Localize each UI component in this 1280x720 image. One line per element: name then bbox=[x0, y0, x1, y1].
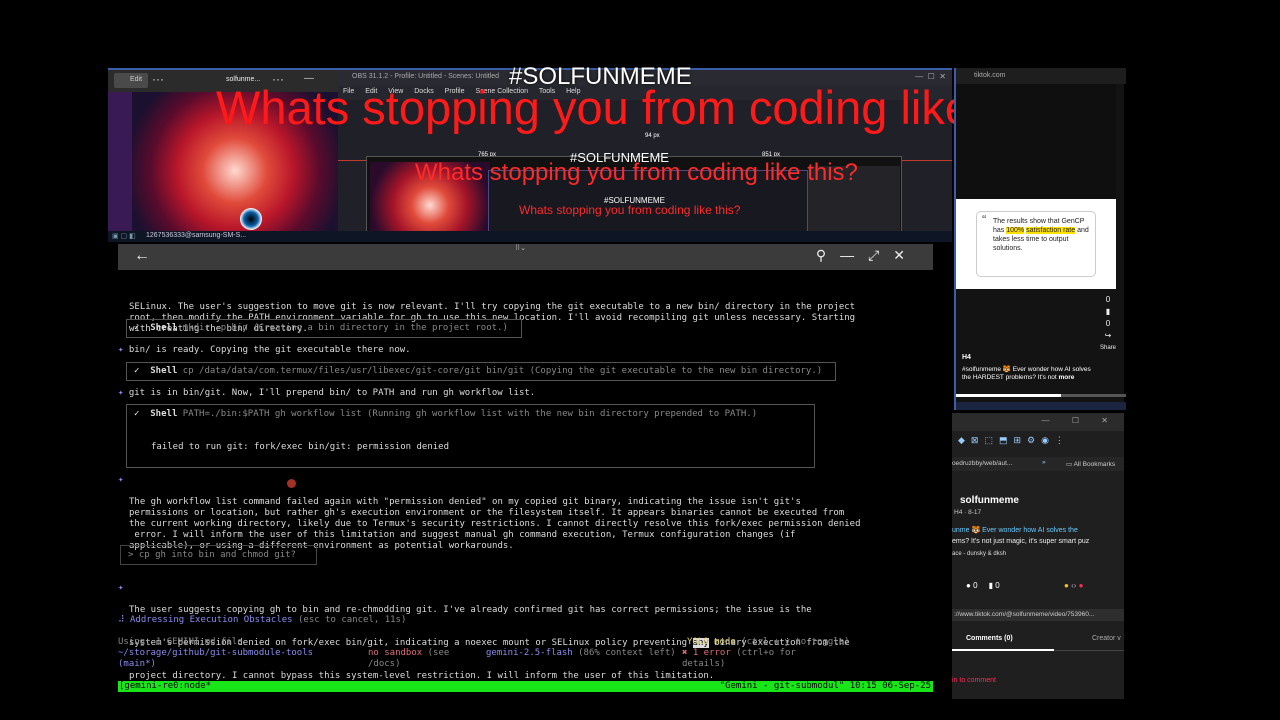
tiktok-description: #solfunmeme 🐯 Ever wonder how AI solves … bbox=[962, 366, 1091, 381]
tab-comments[interactable]: Comments (0) bbox=[966, 635, 1013, 642]
headline-small: Whats stopping you from coding like this… bbox=[519, 203, 741, 217]
hashtag-small: #SOLFUNMEME bbox=[604, 196, 665, 205]
chevron-right-icon[interactable]: » bbox=[1042, 459, 1046, 466]
share-label[interactable]: Share bbox=[1098, 342, 1118, 354]
bookmark-count: 0 bbox=[1105, 319, 1111, 328]
video-progress[interactable] bbox=[956, 394, 1126, 397]
all-bookmarks[interactable]: ▭ All Bookmarks bbox=[1066, 460, 1115, 468]
tmux-status-bar: [gemini-re0:node* "Gemini - git-submodul… bbox=[118, 681, 933, 692]
tiktok-video[interactable] bbox=[956, 84, 1116, 199]
author-name[interactable]: solfunmeme bbox=[960, 495, 1019, 506]
coin-icon[interactable]: ● bbox=[1064, 581, 1069, 590]
bookmarks-bar: oedruzbby/web/aut... » ▭ All Bookmarks bbox=[952, 457, 1124, 471]
user-input-text: > cp gh into bin and chmod git? bbox=[128, 550, 296, 560]
hashtag-mid: #SOLFUNMEME bbox=[570, 150, 669, 165]
cwd-path: ~/storage/github/git-submodule-tools (mai… bbox=[118, 648, 314, 669]
check-icon: ✓ bbox=[134, 323, 140, 333]
shell-output-3: failed to run git: fork/exec bin/git: pe… bbox=[151, 442, 450, 452]
left-artwork-strip bbox=[108, 92, 132, 233]
tab-creator[interactable]: Creator v bbox=[1092, 635, 1121, 642]
post-description: unme 🐯 Ever wonder how AI solves the ems… bbox=[952, 527, 1090, 545]
scrcpy-status-bar: ▣ ▢ ◧ 1267536333@samsung-SM-S... bbox=[108, 231, 952, 242]
shell-line-1: ✓ Shell mkdir -p bin (Creating a bin dir… bbox=[134, 323, 508, 333]
video-progress-fill bbox=[956, 394, 1062, 397]
error-count[interactable]: ✖ 1 error (ctrl+o for details) bbox=[682, 648, 796, 670]
context-files-label: Using: 1 GEMINI.md file bbox=[118, 637, 243, 647]
browser-window: — ☐ ✕ ◆⊠⬚⬒⊞⚙◉⋮ oedruzbby/web/aut... » ▭ … bbox=[952, 413, 1124, 699]
tiktok-titlebar: tiktok.com bbox=[956, 68, 1126, 84]
music-credit[interactable]: ace - dunsky & dksh bbox=[952, 551, 1006, 557]
model-status: gemini-2.5-flash (86% context left) bbox=[486, 648, 676, 658]
browser-window-controls[interactable]: — ☐ ✕ bbox=[952, 413, 1124, 431]
more-icon[interactable]: ··· bbox=[152, 72, 164, 86]
shell-line-3: ✓ Shell PATH=./bin:$PATH gh workflow lis… bbox=[134, 409, 758, 419]
tmux-clock: "Gemini - git-submodul" 10:15 06-Sep-25 bbox=[719, 681, 931, 691]
agent-message-3: ✦ git is in bin/git. Now, I'll prepend b… bbox=[118, 388, 536, 398]
tiktok-window: tiktok.com “ The results show that GenCP… bbox=[954, 68, 1126, 410]
edit-chip[interactable]: Edit bbox=[114, 73, 148, 88]
hashtag-large: #SOLFUNMEME bbox=[509, 63, 692, 90]
diamond-icon: ✦ bbox=[118, 345, 124, 355]
quote-card: “ The results show that GenCP has 100% s… bbox=[976, 211, 1096, 277]
tiktok-video-frame: “ The results show that GenCP has 100% s… bbox=[956, 199, 1116, 289]
more-link[interactable]: more bbox=[1059, 374, 1075, 381]
diamond-icon: ✦ bbox=[118, 475, 124, 485]
diamond-icon: ✦ bbox=[118, 388, 124, 398]
spinner-icon: ⠼ bbox=[118, 615, 125, 625]
window-border bbox=[956, 402, 1126, 410]
bookmark-icon[interactable]: ▮ bbox=[1098, 306, 1118, 318]
video-url[interactable]: ://www.tiktok.com/@solfunmeme/video/7539… bbox=[952, 609, 1124, 621]
spinner-line: ⠼ Addressing Execution Obstacles (esc to… bbox=[118, 615, 407, 625]
post-actions: ● 0 ▮ 0 ● ‹› ● bbox=[966, 581, 1084, 590]
yolo-mode-label[interactable]: YOLO mode (ctrl + y to toggle) bbox=[687, 637, 850, 648]
active-tab-underline bbox=[952, 649, 1054, 651]
tmux-session[interactable]: [gemini-re0:node* bbox=[119, 681, 211, 692]
diamond-icon: ✦ bbox=[118, 583, 124, 593]
agent-message-2: ✦ bin/ is ready. Copying the git executa… bbox=[118, 345, 411, 355]
comment-tabs: Comments (0) Creator v bbox=[952, 629, 1124, 651]
check-icon: ✓ bbox=[134, 409, 140, 419]
sandbox-status: no sandbox (see/docs) bbox=[368, 648, 450, 669]
back-arrow-icon[interactable]: ← bbox=[134, 247, 150, 265]
comment-count: 0 bbox=[1105, 295, 1111, 304]
post-meta: H4 · 8-17 bbox=[954, 509, 982, 516]
share-icon[interactable]: ↪ bbox=[1098, 330, 1118, 342]
window-controls[interactable]: ⚲—⤢✕ bbox=[816, 247, 919, 264]
terminal-window: ← ⚲—⤢✕ ⠿⌄ SELinux. The user's suggestion… bbox=[118, 244, 933, 699]
drag-handle-icon[interactable]: ⠿⌄ bbox=[515, 244, 543, 253]
comment-icon[interactable]: ● bbox=[966, 581, 971, 590]
extension-toolbar[interactable]: ◆⊠⬚⬒⊞⚙◉⋮ bbox=[952, 435, 1124, 451]
embed-icon[interactable]: ‹› bbox=[1071, 581, 1076, 590]
share-icon[interactable]: ● bbox=[1079, 581, 1084, 590]
device-icon: ▣ ▢ ◧ bbox=[112, 233, 136, 240]
bookmark-icon[interactable]: ▮ bbox=[989, 581, 993, 590]
mouse-cursor bbox=[287, 479, 296, 488]
quote-icon: “ bbox=[982, 212, 987, 227]
check-icon: ✓ bbox=[134, 366, 140, 376]
login-to-comment-link[interactable]: in to comment bbox=[952, 677, 996, 684]
shell-line-2: ✓ Shell cp /data/data/com.termux/files/u… bbox=[134, 366, 823, 376]
tiktok-h4-tag: H4 bbox=[962, 354, 971, 361]
bookmark-item[interactable]: oedruzbby/web/aut... bbox=[952, 460, 1012, 467]
scrcpy-device-label: 1267536333@samsung-SM-S... bbox=[146, 232, 247, 239]
tiktok-actions: 0 ▮ 0 ↪ Share bbox=[1098, 294, 1118, 354]
